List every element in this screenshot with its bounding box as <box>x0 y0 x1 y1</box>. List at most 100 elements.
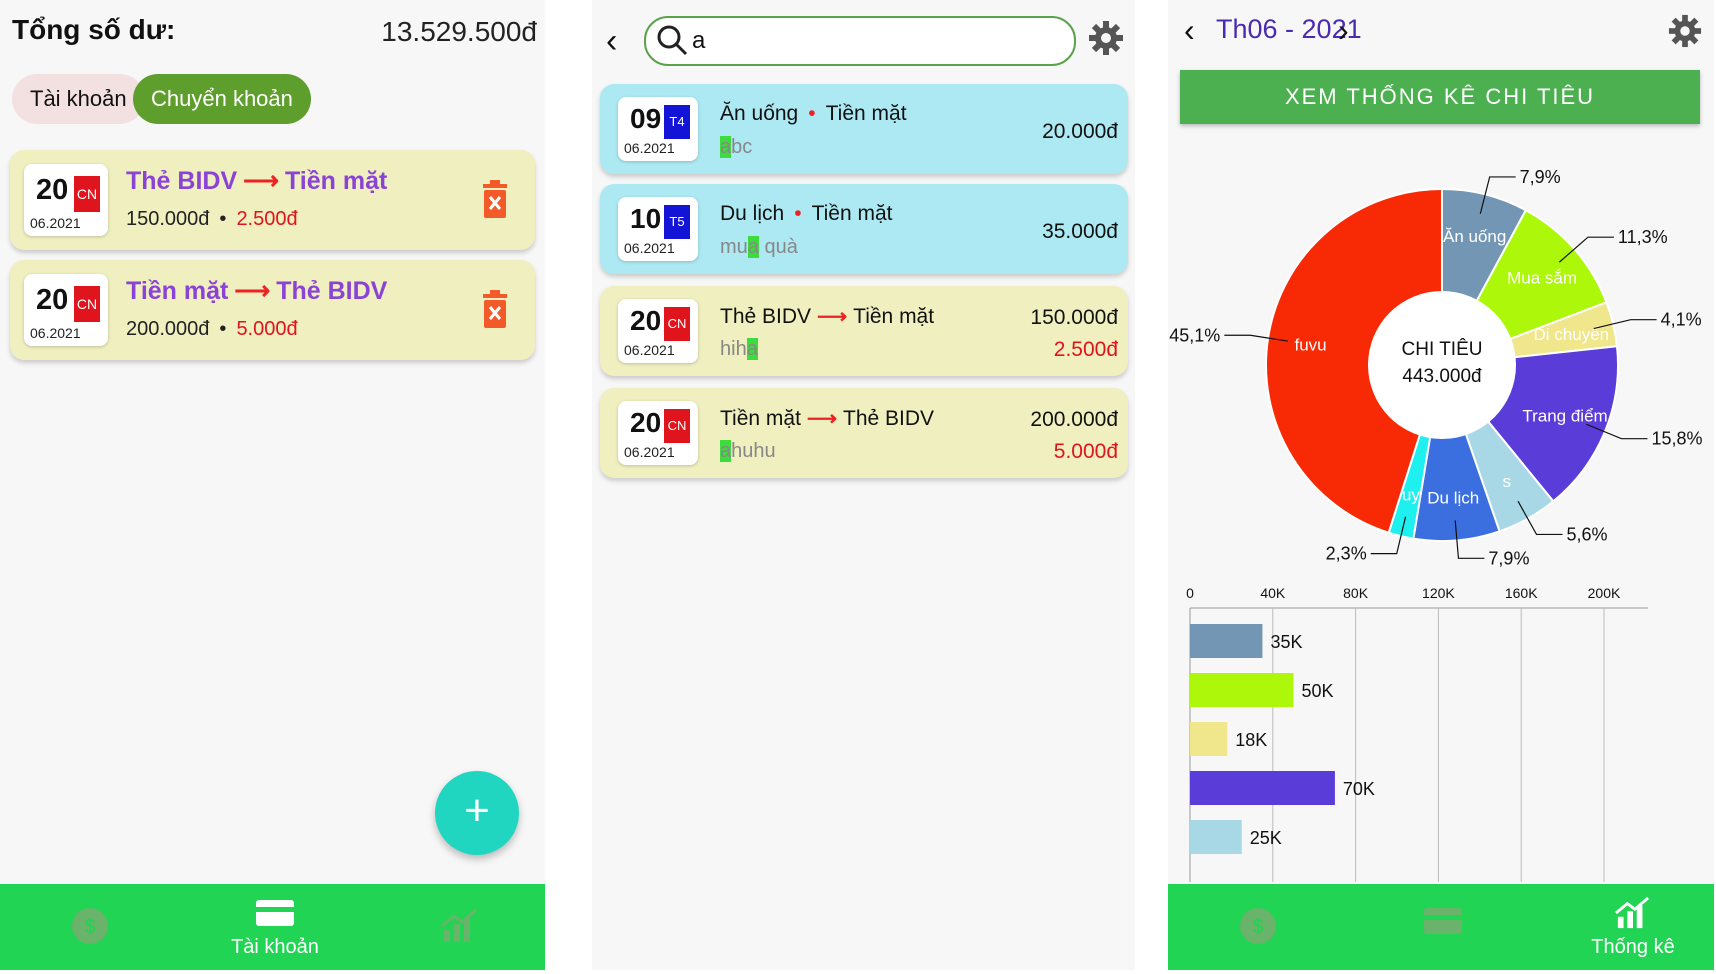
bar <box>1190 673 1294 707</box>
category-name: Du lịch <box>720 202 785 225</box>
nav-stats[interactable] <box>410 884 510 970</box>
date-badge: 10 T5 06.2021 <box>618 197 698 261</box>
card-icon <box>1424 908 1462 934</box>
date-badge: 20 CN 06.2021 <box>618 299 698 363</box>
dot-separator: • <box>808 102 816 125</box>
date-badge: 20 CN 06.2021 <box>24 274 108 346</box>
result-fee: 5.000đ <box>1053 440 1118 463</box>
back-chevron-icon[interactable]: ‹ <box>606 22 617 61</box>
result-note: mua quà <box>720 236 798 259</box>
tab-transfers[interactable]: Chuyển khoản <box>133 74 311 124</box>
date-month-year: 06.2021 <box>624 140 675 156</box>
search-result[interactable]: 20 CN 06.2021 Tiền mặt ⟶ Thẻ BIDV ahuhu 20… <box>600 388 1128 478</box>
arrow-right-icon: ⟶ <box>817 305 848 328</box>
bar-value-label: 25K <box>1250 828 1282 848</box>
nav-stats[interactable]: Thống kê <box>1568 884 1698 970</box>
gear-icon[interactable] <box>1668 14 1702 48</box>
transfer-fee: 5.000đ <box>236 318 298 340</box>
pie-slice-label: Du lịch <box>1427 489 1479 508</box>
pie-percent-label: 7,9% <box>1520 167 1561 187</box>
date-day: 20 <box>630 305 662 336</box>
date-badge: 09 T4 06.2021 <box>618 97 698 161</box>
bar-tick-label: 200K <box>1588 585 1621 601</box>
nav-wallet[interactable]: $ <box>40 884 140 970</box>
transfer-card[interactable]: 20 CN 06.2021 Thẻ BIDV ⟶ Tiền mặt 150.000đ… <box>10 150 535 250</box>
nav-accounts[interactable]: Tài khoản <box>210 884 340 970</box>
result-title: Thẻ BIDV ⟶ Tiền mặt <box>720 304 934 329</box>
note-text: quà <box>758 236 798 258</box>
delete-icon[interactable] <box>481 290 509 328</box>
tab-accounts[interactable]: Tài khoản <box>12 74 145 124</box>
date-month-year: 06.2021 <box>30 215 81 231</box>
add-transfer-button[interactable]: + <box>435 771 519 855</box>
bar-value-label: 70K <box>1343 779 1375 799</box>
date-day: 09 <box>630 103 662 134</box>
from-account: Tiền mặt <box>720 407 801 430</box>
nav-accounts-label: Tài khoản <box>231 936 319 958</box>
bar-tick-label: 160K <box>1505 585 1538 601</box>
pie-percent-label: 45,1% <box>1169 325 1220 345</box>
transfer-amount: 150.000đ <box>126 208 210 230</box>
search-icon <box>657 25 688 56</box>
next-month-chevron-icon[interactable]: › <box>1338 12 1349 49</box>
search-result[interactable]: 10 T5 06.2021 Du lịch • Tiền mặt mua quà 3… <box>600 184 1128 274</box>
transfer-card[interactable]: 20 CN 06.2021 Tiền mặt ⟶ Thẻ BIDV 200.000đ… <box>10 260 535 360</box>
pie-slice-label: Trang điểm <box>1522 407 1607 426</box>
search-query: a <box>692 27 706 54</box>
result-amount: 35.000đ <box>1042 220 1118 243</box>
date-day: 20 <box>630 407 662 438</box>
from-account: Tiền mặt <box>126 277 229 305</box>
to-account: Tiền mặt <box>284 167 388 195</box>
bottom-nav: $ Tài khoản <box>0 884 545 970</box>
delete-icon[interactable] <box>481 180 509 218</box>
date-day: 20 <box>36 174 69 206</box>
to-account: Thẻ BIDV <box>843 407 935 430</box>
date-badge: 20 CN 06.2021 <box>24 164 108 236</box>
transfer-amounts: 150.000đ • 2.500đ <box>126 208 298 231</box>
bottom-nav: $ Thống kê <box>1168 884 1714 970</box>
from-account: Thẻ BIDV <box>126 167 238 195</box>
nav-accounts[interactable] <box>1378 884 1508 970</box>
view-spending-stats-button[interactable]: XEM THỐNG KÊ CHI TIÊU <box>1180 70 1700 124</box>
result-fee: 2.500đ <box>1053 338 1118 361</box>
bar-tick-label: 0 <box>1186 585 1194 601</box>
transfer-route: Thẻ BIDV ⟶ Tiền mặt <box>126 166 387 196</box>
date-weekday: T4 <box>664 105 690 139</box>
dollar-icon: $ <box>1240 908 1276 944</box>
date-month-year: 06.2021 <box>624 342 675 358</box>
bar-tick-label: 40K <box>1260 585 1286 601</box>
previous-month-chevron-icon[interactable]: ‹ <box>1184 12 1195 49</box>
category-name: Ăn uống <box>720 102 799 125</box>
pie-center-total: 443.000đ <box>1402 366 1482 387</box>
search-screen: ‹ a 09 T4 06.2021 Ăn uống • Tiền mặt abc… <box>592 0 1135 970</box>
search-result[interactable]: 09 T4 06.2021 Ăn uống • Tiền mặt abc 20.00… <box>600 84 1128 174</box>
pie-slice-label: fuvu <box>1295 336 1327 355</box>
chart-icon <box>441 908 477 942</box>
nav-wallet[interactable]: $ <box>1208 884 1308 970</box>
transfer-fee: 2.500đ <box>236 208 298 230</box>
dollar-icon: $ <box>72 908 108 944</box>
from-account: Thẻ BIDV <box>720 305 812 328</box>
search-highlight: a <box>747 236 759 258</box>
date-weekday: CN <box>664 307 690 341</box>
pie-slice-label: s <box>1503 472 1512 491</box>
date-weekday: CN <box>74 176 100 212</box>
search-input[interactable]: a <box>644 16 1076 66</box>
result-amount: 200.000đ <box>1030 408 1118 431</box>
svg-text:$: $ <box>84 916 95 938</box>
bar-value-label: 50K <box>1302 681 1334 701</box>
pie-percent-label: 2,3% <box>1326 544 1367 564</box>
date-weekday: CN <box>664 409 690 443</box>
dot-separator: • <box>219 318 227 340</box>
bar-tick-label: 80K <box>1343 585 1369 601</box>
date-weekday: CN <box>74 286 100 322</box>
pie-percent-label: 4,1% <box>1661 310 1702 330</box>
gear-icon[interactable] <box>1088 20 1124 56</box>
balance-label: Tổng số dư: <box>12 14 176 45</box>
stats-screen: ‹ Th06 - 2021 › XEM THỐNG KÊ CHI TIÊU Ăn… <box>1168 0 1714 970</box>
result-note: abc <box>720 136 752 159</box>
search-highlight: a <box>720 136 732 158</box>
pie-percent-label: 11,3% <box>1618 227 1668 247</box>
search-result[interactable]: 20 CN 06.2021 Thẻ BIDV ⟶ Tiền mặt hiha 150… <box>600 286 1128 376</box>
bar-value-label: 35K <box>1270 632 1302 652</box>
